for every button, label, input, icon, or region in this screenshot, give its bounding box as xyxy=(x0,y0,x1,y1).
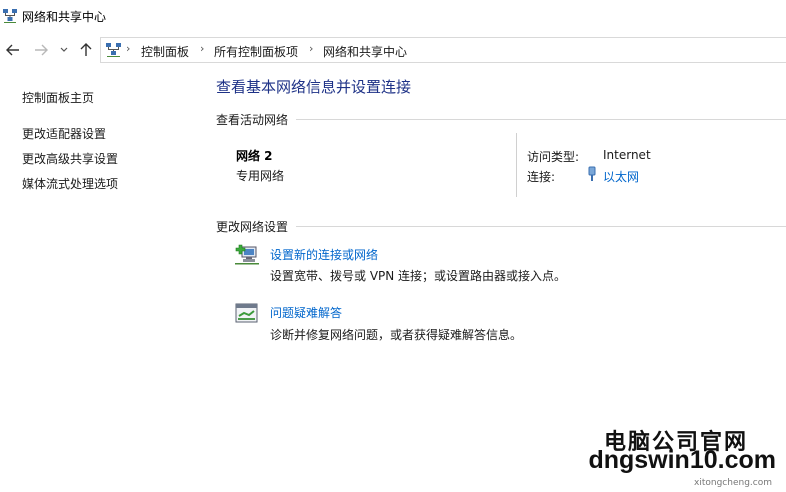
ethernet-link[interactable]: 以太网 xyxy=(603,168,639,185)
chevron-down-icon xyxy=(60,47,68,52)
connection-label: 连接: xyxy=(527,170,556,184)
breadcrumb-separator-icon[interactable]: › xyxy=(200,42,204,55)
change-settings-header: 更改网络设置 xyxy=(216,220,289,234)
address-bar[interactable]: › 控制面板 › 所有控制面板项 › 网络和共享中心 xyxy=(100,37,786,63)
breadcrumb-control-panel[interactable]: 控制面板 xyxy=(141,43,189,60)
watermark-domain: dngswin10.com xyxy=(588,446,776,474)
section-divider xyxy=(296,119,786,120)
control-panel-home-link[interactable]: 控制面板主页 xyxy=(22,89,94,106)
access-type-value: Internet xyxy=(603,148,651,162)
vertical-divider xyxy=(516,133,517,197)
troubleshoot-description: 诊断并修复网络问题，或者获得疑难解答信息。 xyxy=(270,328,523,342)
watermark-subdomain: xitongcheng.com xyxy=(694,478,772,488)
network-name: 网络 2 xyxy=(236,149,273,163)
breadcrumb-separator-icon[interactable]: › xyxy=(309,42,313,55)
ethernet-icon[interactable] xyxy=(586,166,598,182)
network-center-icon xyxy=(3,9,17,23)
setup-new-connection-description: 设置宽带、拨号或 VPN 连接；或设置路由器或接入点。 xyxy=(270,269,567,283)
access-type-label: 访问类型: xyxy=(527,150,580,164)
back-button[interactable] xyxy=(4,40,22,60)
new-connection-icon xyxy=(235,244,259,265)
navigation-bar: › 控制面板 › 所有控制面板项 › 网络和共享中心 xyxy=(0,36,786,64)
breadcrumb-network-center[interactable]: 网络和共享中心 xyxy=(323,43,407,60)
control-panel-icon xyxy=(106,43,121,57)
troubleshoot-icon xyxy=(235,303,258,323)
breadcrumb-separator-icon[interactable]: › xyxy=(126,42,130,55)
forward-button[interactable] xyxy=(32,40,50,60)
section-divider xyxy=(296,226,786,227)
title-bar: 网络和共享中心 xyxy=(0,0,786,30)
setup-new-connection-link[interactable]: 设置新的连接或网络 xyxy=(270,246,378,263)
arrow-right-icon xyxy=(35,44,48,56)
arrow-left-icon xyxy=(6,44,19,56)
watermark: 电脑公司官网 dngswin10.com xitongcheng.com xyxy=(578,424,778,488)
media-streaming-options-link[interactable]: 媒体流式处理选项 xyxy=(22,175,118,192)
recent-locations-button[interactable] xyxy=(58,40,70,60)
change-advanced-sharing-link[interactable]: 更改高级共享设置 xyxy=(22,150,118,167)
up-button[interactable] xyxy=(77,40,95,60)
window-title: 网络和共享中心 xyxy=(22,10,107,24)
page-title: 查看基本网络信息并设置连接 xyxy=(216,78,412,96)
arrow-up-icon xyxy=(80,43,92,56)
network-type[interactable]: 专用网络 xyxy=(236,167,284,184)
change-adapter-settings-link[interactable]: 更改适配器设置 xyxy=(22,125,106,142)
active-networks-header: 查看活动网络 xyxy=(216,113,289,127)
troubleshoot-link[interactable]: 问题疑难解答 xyxy=(270,304,342,321)
breadcrumb-all-items[interactable]: 所有控制面板项 xyxy=(214,43,298,60)
